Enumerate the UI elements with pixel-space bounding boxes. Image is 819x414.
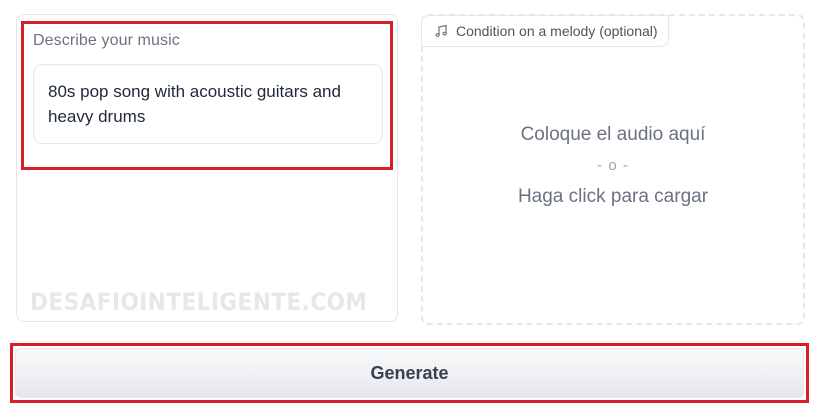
melody-badge: Condition on a melody (optional)	[421, 15, 669, 47]
generate-button[interactable]: Generate	[15, 348, 804, 398]
prompt-textarea[interactable]: 80s pop song with acoustic guitars and h…	[33, 64, 383, 144]
or-divider-text: - o -	[597, 157, 629, 174]
generate-highlight-box: Generate	[10, 343, 809, 403]
music-generator-app: Describe your music 80s pop song with ac…	[0, 0, 819, 414]
prompt-panel	[16, 14, 398, 322]
watermark: DESAFIOINTELIGENTE.COM	[30, 288, 368, 316]
drop-audio-text: Coloque el audio aquí	[520, 124, 706, 145]
prompt-label: Describe your music	[33, 32, 180, 49]
melody-badge-label: Condition on a melody (optional)	[456, 23, 658, 39]
dropzone-text[interactable]: Coloque el audio aquí - o - Haga click p…	[423, 120, 803, 212]
music-note-icon	[434, 24, 448, 38]
click-upload-text: Haga click para cargar	[517, 186, 709, 207]
